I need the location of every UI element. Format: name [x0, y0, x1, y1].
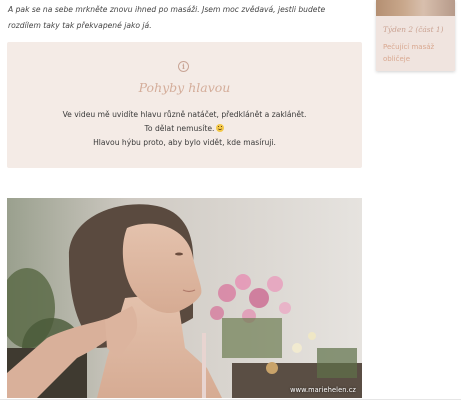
callout-line: Ve videu mě uvidíte hlavu různě natáčet,… — [62, 110, 307, 119]
intro-paragraph: A pak se na sebe mrkněte znovu ihned po … — [8, 5, 326, 30]
smiley-emoji-icon — [216, 124, 225, 132]
callout-text: Ve videu mě uvidíte hlavu různě natáčet,… — [7, 108, 362, 150]
lesson-card-subtitle[interactable]: Pečující masáž obličeje — [383, 41, 453, 65]
video-player[interactable]: www.mariehelen.cz — [7, 198, 362, 398]
video-frame — [7, 198, 362, 398]
info-icon: i — [178, 61, 189, 72]
sidebar-lesson-card[interactable]: Týden 2 (část 1) Pečující masáž obličeje — [376, 0, 455, 71]
callout-line: Hlavou hýbu proto, aby bylo vidět, kde m… — [93, 138, 276, 147]
callout-line-with-emoji: To dělat nemusíte. — [7, 122, 362, 136]
page-divider — [0, 399, 461, 400]
lesson-thumbnail[interactable] — [376, 0, 455, 16]
video-watermark: www.mariehelen.cz — [290, 386, 356, 394]
callout-title: Pohyby hlavou — [138, 80, 231, 95]
callout-line: To dělat nemusíte. — [144, 124, 215, 133]
lesson-card-title[interactable]: Týden 2 (část 1) — [383, 25, 444, 34]
info-callout-box: i Pohyby hlavou Ve videu mě uvidíte hlav… — [7, 42, 362, 168]
